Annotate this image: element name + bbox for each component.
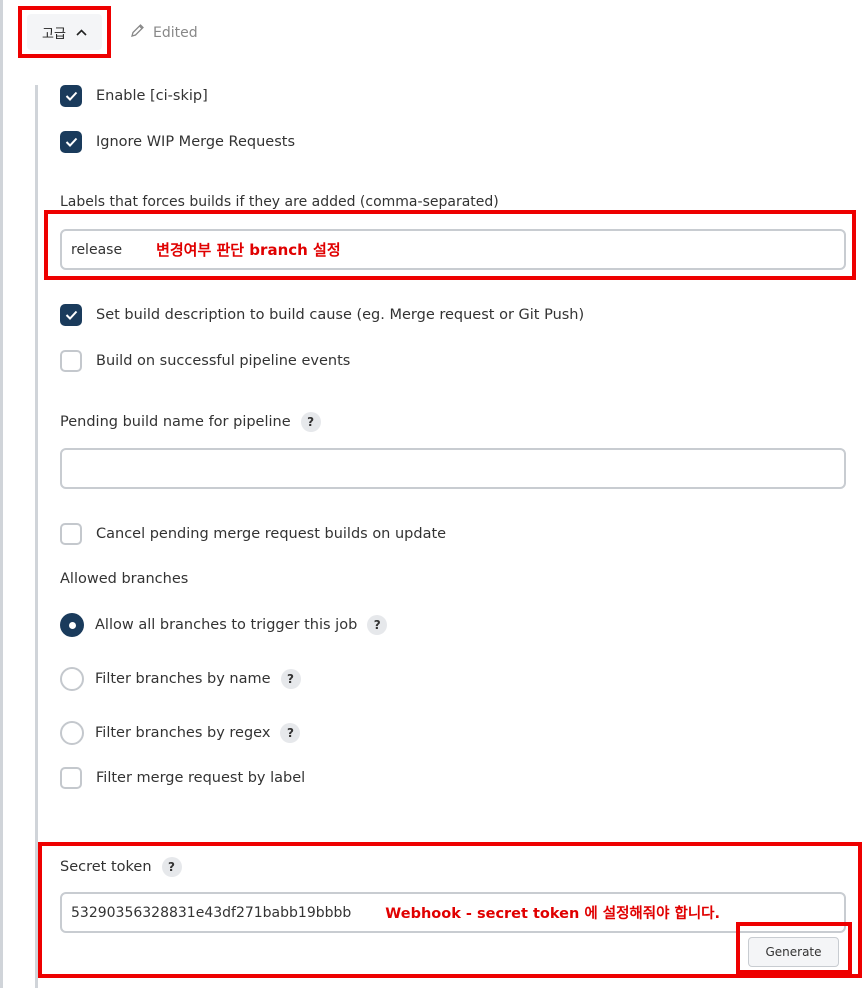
checkmark-icon bbox=[65, 91, 77, 101]
filter-by-regex-label: Filter branches by regex bbox=[95, 725, 271, 741]
advanced-toggle-label: 고급 bbox=[42, 26, 66, 42]
pending-build-label-row: Pending build name for pipeline ? bbox=[60, 412, 321, 432]
labels-input[interactable]: release 변경여부 판단 branch 설정 bbox=[60, 229, 846, 270]
left-border bbox=[0, 0, 3, 988]
advanced-toggle-button[interactable]: 고급 bbox=[27, 14, 102, 50]
checkmark-icon bbox=[65, 137, 77, 147]
secret-token-annotation: Webhook - secret token 에 설정해줘야 합니다. bbox=[385, 906, 721, 922]
pencil-icon bbox=[130, 23, 153, 42]
help-icon[interactable]: ? bbox=[280, 669, 301, 689]
chevron-up-icon bbox=[76, 26, 87, 39]
filter-by-name-radio[interactable] bbox=[60, 667, 84, 691]
enable-ci-skip-option: Enable [ci-skip] bbox=[60, 85, 208, 107]
help-icon[interactable]: ? bbox=[367, 615, 388, 635]
ignore-wip-checkbox[interactable] bbox=[60, 131, 82, 153]
enable-ci-skip-label: Enable [ci-skip] bbox=[96, 88, 208, 104]
help-icon[interactable]: ? bbox=[161, 857, 182, 877]
set-build-description-checkbox[interactable] bbox=[60, 304, 82, 326]
allow-all-branches-radio[interactable] bbox=[60, 613, 84, 637]
allow-all-branches-label: Allow all branches to trigger this job bbox=[95, 617, 358, 633]
allow-all-branches-option: Allow all branches to trigger this job ? bbox=[60, 613, 388, 637]
filter-by-label-checkbox[interactable] bbox=[60, 767, 82, 789]
edited-indicator: Edited bbox=[130, 23, 198, 42]
cancel-pending-label: Cancel pending merge request builds on u… bbox=[96, 526, 447, 542]
ignore-wip-label: Ignore WIP Merge Requests bbox=[96, 134, 296, 150]
enable-ci-skip-checkbox[interactable] bbox=[60, 85, 82, 107]
build-on-pipeline-option: Build on successful pipeline events bbox=[60, 350, 350, 372]
secret-token-label: Secret token bbox=[60, 859, 152, 875]
help-icon[interactable]: ? bbox=[300, 412, 321, 432]
filter-by-regex-radio[interactable] bbox=[60, 721, 84, 745]
secret-token-label-row: Secret token ? bbox=[60, 857, 182, 877]
pending-build-label: Pending build name for pipeline bbox=[60, 414, 291, 430]
cancel-pending-checkbox[interactable] bbox=[60, 523, 82, 545]
filter-by-regex-option: Filter branches by regex ? bbox=[60, 721, 301, 745]
build-on-pipeline-checkbox[interactable] bbox=[60, 350, 82, 372]
set-build-description-option: Set build description to build cause (eg… bbox=[60, 304, 584, 326]
labels-annotation: 변경여부 판단 branch 설정 bbox=[156, 241, 341, 259]
labels-field-label: Labels that forces builds if they are ad… bbox=[60, 194, 499, 210]
build-on-pipeline-label: Build on successful pipeline events bbox=[96, 353, 351, 369]
labels-input-value: release bbox=[71, 241, 123, 258]
allowed-branches-label: Allowed branches bbox=[60, 571, 189, 587]
edited-label: Edited bbox=[153, 24, 198, 41]
filter-by-label-option: Filter merge request by label bbox=[60, 767, 305, 789]
set-build-description-label: Set build description to build cause (eg… bbox=[96, 307, 585, 323]
checkmark-icon bbox=[65, 310, 77, 320]
secret-token-value: 53290356328831e43df271babb19bbbb bbox=[71, 904, 352, 921]
secret-token-input[interactable]: 53290356328831e43df271babb19bbbb Webhook… bbox=[60, 892, 846, 933]
cancel-pending-option: Cancel pending merge request builds on u… bbox=[60, 523, 446, 545]
filter-by-label-label: Filter merge request by label bbox=[96, 770, 306, 786]
advanced-section-border bbox=[35, 85, 38, 988]
filter-by-name-label: Filter branches by name bbox=[95, 671, 271, 687]
filter-by-name-option: Filter branches by name ? bbox=[60, 667, 301, 691]
help-icon[interactable]: ? bbox=[280, 723, 301, 743]
ignore-wip-option: Ignore WIP Merge Requests bbox=[60, 131, 295, 153]
pending-build-input[interactable] bbox=[60, 448, 846, 489]
generate-button[interactable]: Generate bbox=[748, 937, 839, 967]
